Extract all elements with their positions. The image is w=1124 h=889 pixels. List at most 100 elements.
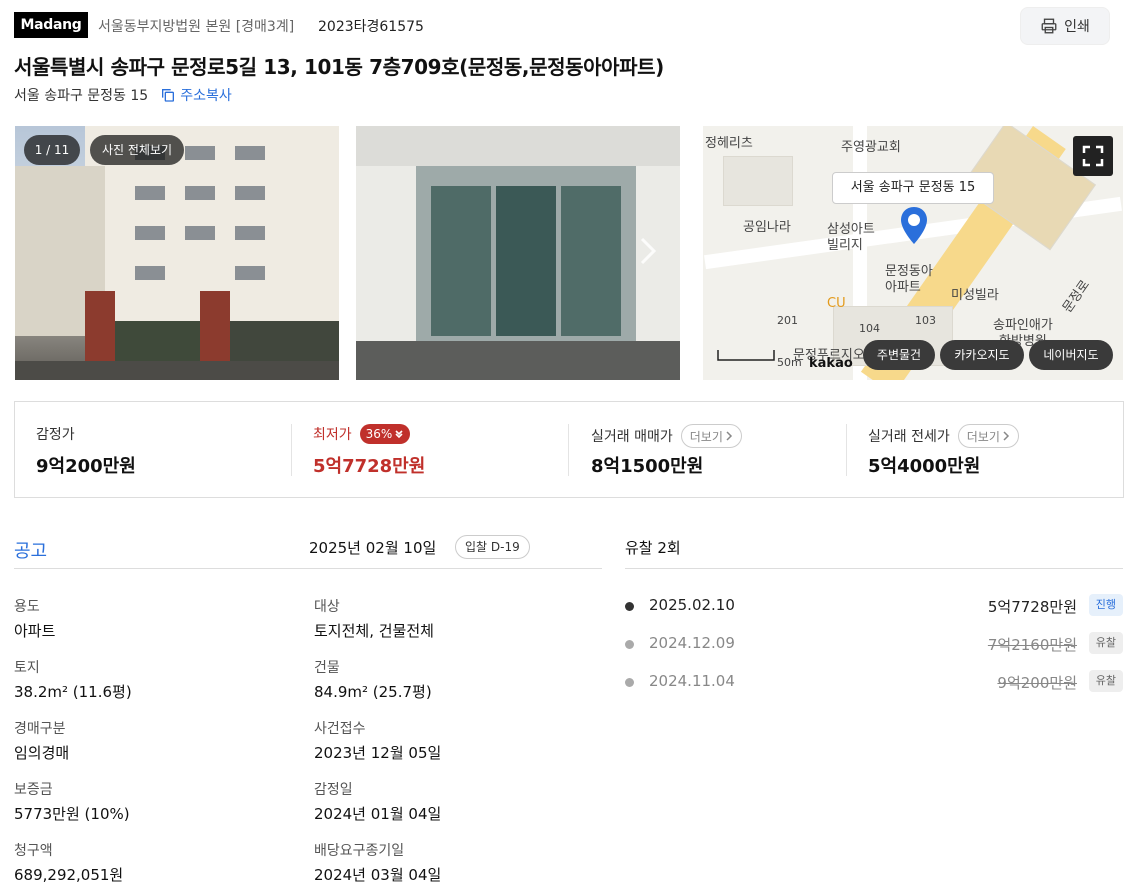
map-address-tooltip: 서울 송파구 문정동 15 [832,172,994,204]
field-label: 감정일 [314,782,353,798]
field-value: 84.9m² (25.7평) [314,683,432,701]
sale-label: 실거래 매매가 [591,429,673,445]
property-title: 서울특별시 송파구 문정로5길 13, 101동 7층709호(문정동,문정동아… [14,55,664,79]
field-building: 건물 84.9m² (25.7평) [314,657,432,702]
rent-price: 실거래 전세가 더보기 5억4000만원 [868,402,1118,497]
field-label: 토지 [14,660,40,676]
madang-logo[interactable]: Madang [14,12,88,38]
field-dividend-deadline: 배당요구종기일 2024년 03월 04일 [314,840,441,885]
minimum-label-row: 최저가 36% [313,424,411,444]
status-dot [625,602,634,611]
history-row: 2024.12.09 7억2160만원 유찰 [625,632,1123,656]
history-amount: 5억7728만원 [987,598,1077,616]
field-land: 토지 38.2m² (11.6평) [14,657,132,702]
minimum-label: 최저가 [313,427,352,443]
map-label: 문정로 [1060,277,1094,316]
kakao-map-button[interactable]: 카카오지도 [940,340,1024,370]
field-auction-type: 경매구분 임의경매 [14,718,69,763]
minimum-percent-badge: 36% [359,424,411,444]
sale-value: 8억1500만원 [591,456,704,477]
map-label: 주영광교회 [841,140,901,155]
status-badge: 유찰 [1088,632,1123,654]
failed-bid-count: 유찰 2회 [625,539,681,557]
field-value: 임의경매 [14,744,70,762]
field-value: 689,292,051원 [14,866,124,884]
map-label: 104 [859,322,880,335]
header: Madang 서울동부지방법원 본원 [경매3계] 2023타경61575 인쇄 [14,7,1110,45]
appraisal-label: 감정가 [36,427,75,443]
field-label: 건물 [314,660,340,676]
appraisal-value: 9억200만원 [36,456,136,477]
copy-address-button[interactable]: 주소복사 [160,85,232,105]
bid-dday-badge: 입찰 D-19 [455,535,530,559]
history-amount: 7억2160만원 [987,636,1077,654]
fullscreen-map-button[interactable] [1073,136,1113,176]
history-row: 2025.02.10 5억7728만원 진행 [625,594,1123,618]
history-row: 2024.11.04 9억200만원 유찰 [625,670,1123,694]
chevron-right-icon [726,431,732,441]
status-dot [625,640,634,649]
history-date: 2025.02.10 [649,596,735,614]
field-value: 2023년 12월 05일 [314,744,442,762]
chevron-down-icon [395,430,403,439]
field-label: 대상 [314,599,340,615]
rent-value: 5억4000만원 [868,456,981,477]
location-pin-icon[interactable] [899,206,929,246]
field-value: 5773만원 (10%) [14,805,130,823]
view-all-photos-button[interactable]: 사진 전체보기 [90,135,184,165]
map-label: 공임나라 [743,220,791,235]
kakao-logo: kakao [809,356,853,371]
naver-map-button[interactable]: 네이버지도 [1029,340,1113,370]
field-usage: 용도 아파트 [14,596,55,641]
status-badge: 진행 [1088,594,1123,616]
sale-more-button[interactable]: 더보기 [680,424,742,448]
map-label: 201 [777,314,798,327]
photo-counter: 1 / 11 [24,135,80,165]
field-value: 2024년 03월 04일 [314,866,442,884]
field-label: 경매구분 [14,721,66,737]
price-summary: 감정가 9억200만원 최저가 36% 5억7728만원 실거래 매매가 더보기… [14,401,1124,498]
expand-icon [1082,145,1104,167]
case-number: 2023타경61575 [318,19,424,35]
sale-price: 실거래 매매가 더보기 8억1500만원 [591,402,841,497]
map-label: 빌리지 [827,238,863,253]
location-map[interactable]: 주영광교회 공임나라 삼성아트 빌리지 문정동아 아파트 미성빌라 송파인애가 … [703,126,1123,380]
print-label: 인쇄 [1064,19,1090,35]
history-amount: 9억200만원 [997,674,1077,692]
field-label: 사건접수 [314,721,366,737]
lot-address: 서울 송파구 문정동 15 [14,88,149,104]
field-case-received: 사건접수 2023년 12월 05일 [314,718,441,763]
property-photo-2[interactable] [356,126,680,380]
field-value: 아파트 [14,622,56,640]
notice-date: 2025년 02월 10일 [309,539,437,557]
field-claim-amount: 청구액 689,292,051원 [14,840,123,885]
status-dot [625,678,634,687]
copy-icon [162,89,175,102]
sale-label-row: 실거래 매매가 더보기 [591,424,742,448]
field-value: 토지전체, 건물전체 [314,622,434,640]
property-photo-1[interactable]: 1 / 11 사진 전체보기 [15,126,339,380]
map-label: 아파트 [885,280,921,295]
next-photo-icon[interactable] [638,236,658,266]
rent-label: 실거래 전세가 [868,429,950,445]
nearby-properties-button[interactable]: 주변물건 [863,340,935,370]
court-name: 서울동부지방법원 본원 [경매3계] [98,19,295,35]
printer-icon [1041,18,1057,34]
minimum-price: 최저가 36% 5억7728만원 [313,402,563,497]
map-scale-label: 50m [777,356,802,369]
appraisal-price: 감정가 9억200만원 [36,402,286,497]
notice-title: 공고 [14,541,48,562]
field-label: 보증금 [14,782,53,798]
status-badge: 유찰 [1088,670,1123,692]
field-value: 2024년 01월 04일 [314,805,442,823]
field-value: 38.2m² (11.6평) [14,683,132,701]
print-button[interactable]: 인쇄 [1020,7,1110,45]
chevron-right-icon [1003,431,1009,441]
map-label: 미성빌라 [951,288,999,303]
minimum-value: 5억7728만원 [313,456,426,477]
sub-address-row: 서울 송파구 문정동 15 주소복사 [14,85,232,105]
rent-more-button[interactable]: 더보기 [957,424,1019,448]
field-appraisal-date: 감정일 2024년 01월 04일 [314,779,441,824]
map-label: CU [827,296,846,311]
more-label: 더보기 [689,429,723,444]
